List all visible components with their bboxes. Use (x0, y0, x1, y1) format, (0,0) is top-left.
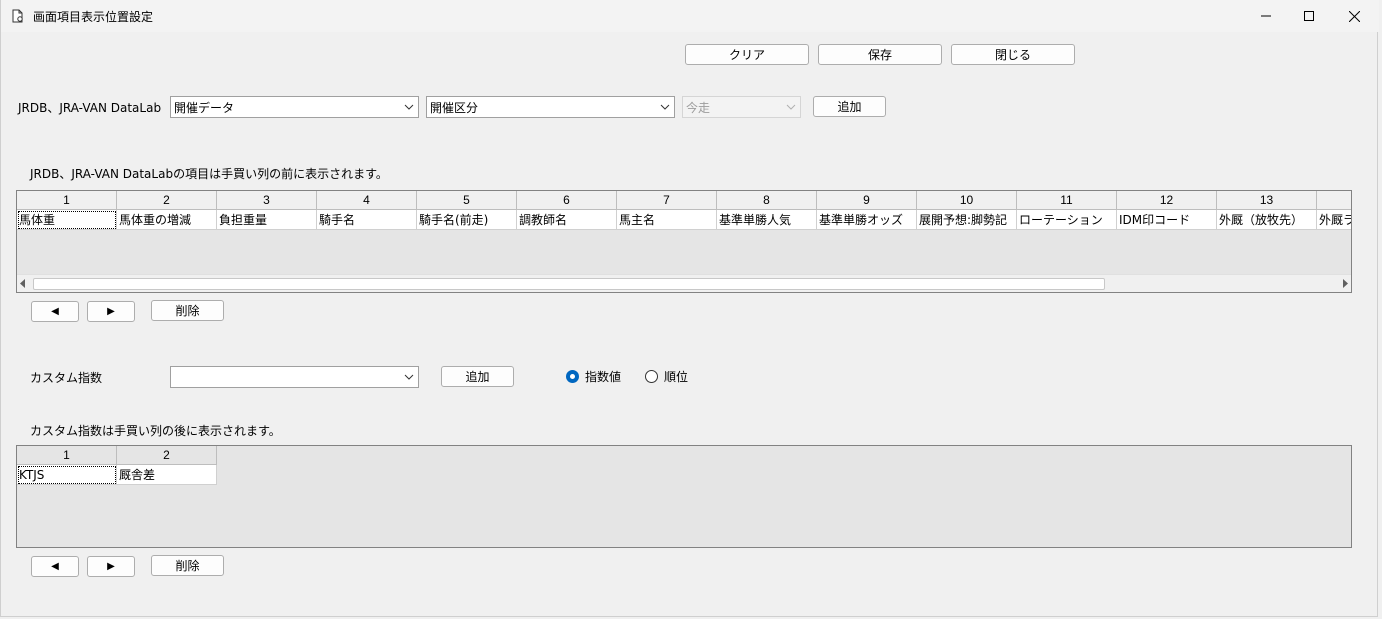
radio-index-value[interactable]: 指数値 (566, 368, 621, 385)
table-row: 馬体重 馬体重の増減 負担重量 騎手名 騎手名(前走) 調教師名 馬主名 基準単… (17, 210, 1351, 230)
grid-header-row: 1 2 3 4 5 6 7 8 9 10 11 12 13 14 (17, 191, 1351, 210)
window-title: 画面項目表示位置設定 (33, 10, 154, 24)
grid-cell[interactable]: 基準単勝オッズ (817, 210, 917, 230)
data-category-select[interactable]: 開催データ (170, 96, 419, 118)
table-row: KTJS 厩舎差 (17, 465, 217, 485)
column-header[interactable]: 8 (717, 191, 817, 210)
radio-index-value-label: 指数値 (585, 370, 622, 384)
grid-cell[interactable]: 厩舎差 (117, 465, 217, 485)
grid-cell[interactable]: 外厩ランク (1317, 210, 1351, 230)
grid-cell[interactable]: 外厩（放牧先） (1217, 210, 1317, 230)
close-button[interactable]: 閉じる (951, 44, 1075, 65)
move-left-button[interactable]: ◀ (31, 556, 79, 577)
minimize-icon (1261, 15, 1271, 17)
clear-button[interactable]: クリア (685, 44, 809, 65)
grid-cell[interactable]: 基準単勝人気 (717, 210, 817, 230)
move-right-button[interactable]: ▶ (87, 301, 135, 322)
grid-cell[interactable]: 馬体重の増減 (117, 210, 217, 230)
grid-cell[interactable]: KTJS (17, 465, 117, 485)
grid-cell[interactable]: IDM印コード (1117, 210, 1217, 230)
data-item-value: 開催区分 (430, 100, 479, 115)
grid-cell[interactable]: 調教師名 (517, 210, 617, 230)
column-header[interactable]: 9 (817, 191, 917, 210)
horizontal-scrollbar[interactable] (17, 274, 1351, 292)
column-header[interactable]: 6 (517, 191, 617, 210)
chevron-down-icon (404, 104, 414, 110)
race-period-select[interactable]: 今走 (682, 96, 801, 118)
add-custom-index-button[interactable]: 追加 (441, 366, 514, 387)
custom-index-grid[interactable]: 1 2 KTJS 厩舎差 (16, 445, 1352, 548)
column-header[interactable]: 2 (117, 446, 217, 465)
grid-cell[interactable]: 展開予想:脚勢記 (917, 210, 1017, 230)
column-header[interactable]: 10 (917, 191, 1017, 210)
radio-selected-icon[interactable] (566, 370, 579, 383)
delete-jrdb-item-button[interactable]: 削除 (151, 300, 224, 321)
column-header[interactable]: 1 (17, 191, 117, 210)
scroll-left-icon[interactable] (19, 279, 27, 288)
column-header[interactable]: 14 (1317, 191, 1351, 210)
delete-custom-index-button[interactable]: 削除 (151, 555, 224, 576)
source-label: JRDB、JRA-VAN DataLab (18, 101, 162, 115)
custom-index-select[interactable] (170, 366, 419, 388)
column-header[interactable]: 2 (117, 191, 217, 210)
grid-cell[interactable]: 騎手名(前走) (417, 210, 517, 230)
radio-rank-label: 順位 (664, 370, 689, 384)
grid-cell[interactable]: ローテーション (1017, 210, 1117, 230)
jrdb-note: JRDB、JRA-VAN DataLabの項目は手買い列の前に表示されます。 (30, 167, 388, 181)
title-bar[interactable]: 画面項目表示位置設定 (1, 0, 1379, 32)
data-category-value: 開催データ (174, 100, 235, 115)
grid-cell[interactable]: 馬体重 (17, 210, 117, 230)
column-header[interactable]: 3 (217, 191, 317, 210)
document-settings-icon (11, 9, 25, 23)
column-header[interactable]: 13 (1217, 191, 1317, 210)
column-header[interactable]: 11 (1017, 191, 1117, 210)
custom-index-note: カスタム指数は手買い列の後に表示されます。 (30, 424, 281, 438)
move-left-button[interactable]: ◀ (31, 301, 79, 322)
column-header[interactable]: 7 (617, 191, 717, 210)
column-header[interactable]: 12 (1117, 191, 1217, 210)
maximize-button[interactable] (1286, 0, 1332, 32)
radio-unselected-icon[interactable] (645, 370, 658, 383)
scroll-right-icon[interactable] (1341, 279, 1349, 288)
close-window-button[interactable] (1331, 0, 1377, 32)
column-header[interactable]: 5 (417, 191, 517, 210)
radio-rank[interactable]: 順位 (645, 368, 688, 385)
minimize-button[interactable] (1243, 0, 1289, 32)
chevron-down-icon (404, 374, 414, 380)
chevron-down-icon (660, 104, 670, 110)
save-button[interactable]: 保存 (818, 44, 942, 65)
maximize-icon (1304, 11, 1314, 21)
column-header[interactable]: 1 (17, 446, 117, 465)
scrollbar-thumb[interactable] (33, 278, 1105, 290)
chevron-down-icon (786, 104, 796, 110)
move-right-button[interactable]: ▶ (87, 556, 135, 577)
grid-cell[interactable]: 馬主名 (617, 210, 717, 230)
column-header[interactable]: 4 (317, 191, 417, 210)
settings-window: 画面項目表示位置設定 クリア 保存 閉じる JRDB、JRA-VAN DataL… (0, 0, 1379, 617)
custom-index-label: カスタム指数 (30, 371, 103, 385)
race-period-value: 今走 (686, 100, 711, 115)
close-icon (1348, 10, 1360, 22)
jrdb-items-grid[interactable]: 1 2 3 4 5 6 7 8 9 10 11 12 13 14 馬体重 馬体重… (16, 190, 1352, 293)
add-source-item-button[interactable]: 追加 (813, 96, 886, 117)
grid-header-row: 1 2 (17, 446, 217, 465)
grid-cell[interactable]: 騎手名 (317, 210, 417, 230)
grid-cell[interactable]: 負担重量 (217, 210, 317, 230)
data-item-select[interactable]: 開催区分 (426, 96, 675, 118)
